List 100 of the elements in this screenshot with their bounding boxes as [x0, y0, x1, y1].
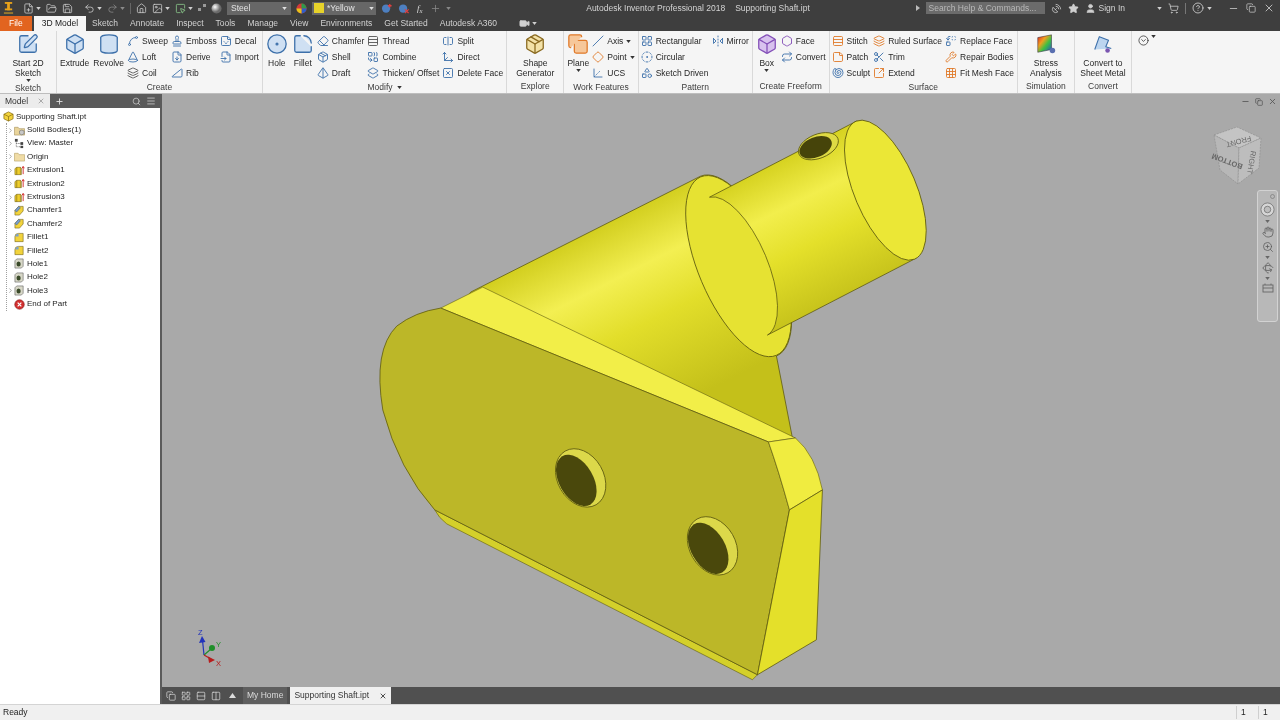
- tool-button[interactable]: Stress Analysis: [1019, 33, 1072, 78]
- caret-icon[interactable]: [1157, 6, 1162, 10]
- tool-button[interactable]: Emboss: [171, 33, 218, 49]
- tool-button[interactable]: Rectangular: [640, 33, 710, 49]
- tool-button[interactable]: Direct: [442, 49, 505, 65]
- tool-button[interactable]: Combine: [367, 49, 441, 65]
- ribbon-tab[interactable]: View: [284, 16, 315, 31]
- save-icon[interactable]: [62, 2, 73, 14]
- tool-button[interactable]: Rib: [171, 65, 218, 81]
- caret-icon[interactable]: [188, 6, 193, 10]
- parameters-button[interactable]: f$_{x}$: [415, 3, 425, 13]
- tree-item[interactable]: Chamfer2: [14, 217, 63, 230]
- sphere-add-icon[interactable]: [381, 2, 393, 14]
- close-icon[interactable]: [1263, 2, 1275, 14]
- cart-icon[interactable]: [1168, 2, 1179, 14]
- tree-item[interactable]: View: Master: [14, 137, 74, 150]
- tool-button[interactable]: Import: [219, 49, 260, 65]
- tool-button[interactable]: Plane: [566, 33, 591, 72]
- tool-button[interactable]: Derive: [171, 49, 218, 65]
- tool-button[interactable]: Hole: [264, 33, 289, 68]
- new-file-icon[interactable]: [23, 2, 34, 14]
- tool-button[interactable]: Box: [754, 33, 779, 72]
- tool-button[interactable]: Extrude: [59, 33, 91, 68]
- caret-icon[interactable]: [97, 6, 102, 10]
- tool-button[interactable]: Fillet: [290, 33, 315, 68]
- concentric-circles-icon[interactable]: [1260, 202, 1275, 217]
- tool-button[interactable]: Fit Mesh Face: [945, 65, 1015, 81]
- tree-item[interactable]: Origin: [14, 150, 49, 163]
- tool-button[interactable]: Chamfer: [316, 33, 366, 49]
- tool-button[interactable]: Split: [442, 33, 505, 49]
- tool-button[interactable]: Trim: [873, 49, 944, 65]
- tool-button[interactable]: Convert: [780, 49, 827, 65]
- ribbon-tab[interactable]: Autodesk A360: [433, 16, 503, 31]
- tool-button[interactable]: Sweep: [127, 33, 169, 49]
- tool-button[interactable]: Loft: [127, 49, 169, 65]
- tile-windows-icon[interactable]: [181, 690, 191, 701]
- tool-button[interactable]: Thread: [367, 33, 441, 49]
- tree-item[interactable]: Extrusion2: [14, 177, 65, 190]
- tree-item[interactable]: Extrusion1: [14, 164, 65, 177]
- video-camera-icon[interactable]: [519, 18, 530, 29]
- document-tab[interactable]: My Home: [243, 687, 288, 704]
- circle-chevron-icon[interactable]: [1137, 35, 1149, 46]
- ribbon-tab[interactable]: Tools: [209, 16, 242, 31]
- ribbon-tab[interactable]: Annotate: [124, 16, 171, 31]
- appearance-dropdown[interactable]: *Yellow: [312, 1, 376, 15]
- tool-button[interactable]: Patch: [831, 49, 872, 65]
- ribbon-tab[interactable]: Sketch: [86, 16, 125, 31]
- zoom-in-icon[interactable]: [1261, 241, 1274, 253]
- dots-icon[interactable]: [198, 4, 206, 12]
- color-wheel-icon[interactable]: [296, 2, 307, 14]
- tool-button[interactable]: Mirror: [711, 33, 750, 49]
- tree-item[interactable]: Solid Bodies(1): [14, 124, 82, 137]
- close-icon[interactable]: [379, 691, 388, 700]
- star-icon[interactable]: [1067, 2, 1079, 14]
- tool-button[interactable]: Repair Bodies: [945, 49, 1015, 65]
- menu-icon[interactable]: [146, 96, 156, 106]
- tool-button[interactable]: Convert to Sheet Metal: [1076, 33, 1129, 78]
- tool-button[interactable]: Start 2D Sketch: [2, 33, 54, 82]
- ribbon-tab[interactable]: Inspect: [170, 16, 210, 31]
- sphere-remove-icon[interactable]: [398, 2, 410, 14]
- tree-item[interactable]: Hole2: [14, 271, 48, 284]
- columns-icon[interactable]: [211, 690, 221, 701]
- satellite-dish-icon[interactable]: [1050, 2, 1062, 14]
- sphere-icon[interactable]: [211, 2, 222, 14]
- ribbon-tab[interactable]: 3D Model: [33, 16, 87, 31]
- caret-icon[interactable]: [165, 6, 170, 10]
- tool-button[interactable]: Axis: [592, 33, 636, 49]
- browser-tab[interactable]: Model: [0, 94, 51, 108]
- tool-button[interactable]: Coil: [127, 65, 169, 81]
- tree-item[interactable]: Chamfer1: [14, 204, 63, 217]
- tool-button[interactable]: Delete Face: [442, 65, 505, 81]
- material-dropdown[interactable]: Steel: [227, 1, 291, 15]
- tool-button[interactable]: Revolve: [92, 33, 125, 68]
- sign-in-button[interactable]: Sign In: [1084, 1, 1125, 15]
- tree-item[interactable]: Hole1: [14, 258, 48, 270]
- tree-item[interactable]: Fillet1: [14, 231, 49, 244]
- rows-icon[interactable]: [196, 690, 206, 701]
- ribbon-tab[interactable]: Manage: [241, 16, 285, 31]
- open-folder-icon[interactable]: [46, 2, 57, 14]
- caret-icon[interactable]: [532, 22, 537, 25]
- triangle-up-icon[interactable]: [229, 693, 236, 698]
- undo-icon[interactable]: [84, 2, 95, 14]
- app-logo-icon[interactable]: [3, 1, 14, 15]
- cascade-windows-icon[interactable]: [166, 690, 176, 701]
- cursor-square-icon[interactable]: [175, 2, 186, 14]
- document-tab[interactable]: Supporting Shaft.ipt: [290, 687, 392, 704]
- tool-button[interactable]: Circular: [640, 49, 710, 65]
- tool-button[interactable]: Shell: [316, 49, 366, 65]
- expand-arrow-icon[interactable]: [915, 5, 920, 11]
- frame-icon[interactable]: [1261, 283, 1274, 293]
- caret-icon[interactable]: [36, 6, 41, 10]
- orbit-icon[interactable]: [1261, 262, 1274, 274]
- tool-button[interactable]: Thicken/ Offset: [367, 65, 441, 81]
- tree-item[interactable]: Supporting Shaft.ipt: [3, 110, 87, 123]
- tool-button[interactable]: Decal: [219, 33, 260, 49]
- tool-button[interactable]: UCS: [592, 65, 636, 81]
- caret-icon[interactable]: [396, 85, 402, 89]
- tool-button[interactable]: Shape Generator: [509, 33, 562, 78]
- tool-button[interactable]: Stitch: [831, 33, 872, 49]
- picture-icon[interactable]: [152, 2, 163, 14]
